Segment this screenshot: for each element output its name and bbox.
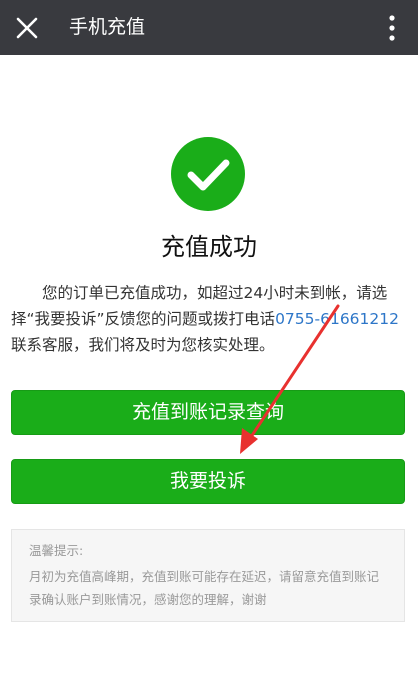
tip-title: 温馨提示:: [29, 543, 84, 558]
tip-text: 月初为充值高峰期，充值到账可能存在延迟，请留意充值到账记录确认账户到账情况，感谢…: [29, 569, 380, 607]
page-title: 手机充值: [69, 16, 146, 38]
complain-button[interactable]: 我要投诉: [11, 459, 405, 504]
close-icon[interactable]: [13, 14, 41, 42]
top-bar: 手机充值: [0, 0, 418, 55]
tip-box: 温馨提示: 月初为充值高峰期，充值到账可能存在延迟，请留意充值到账记录确认账户到…: [11, 529, 405, 622]
result-title: 充值成功: [161, 233, 257, 261]
more-vertical-icon[interactable]: [388, 14, 396, 42]
service-phone-link[interactable]: 0755-61661212: [275, 310, 399, 328]
result-description: 您的订单已充值成功，如超过24小时未到帐，请选择“我要投诉”反馈您的问题或拨打电…: [11, 280, 407, 358]
description-text-end: 联系客服，我们将及时为您核实处理。: [11, 336, 275, 354]
recharge-record-query-button[interactable]: 充值到账记录查询: [11, 390, 405, 435]
check-circle-icon: [171, 137, 245, 211]
